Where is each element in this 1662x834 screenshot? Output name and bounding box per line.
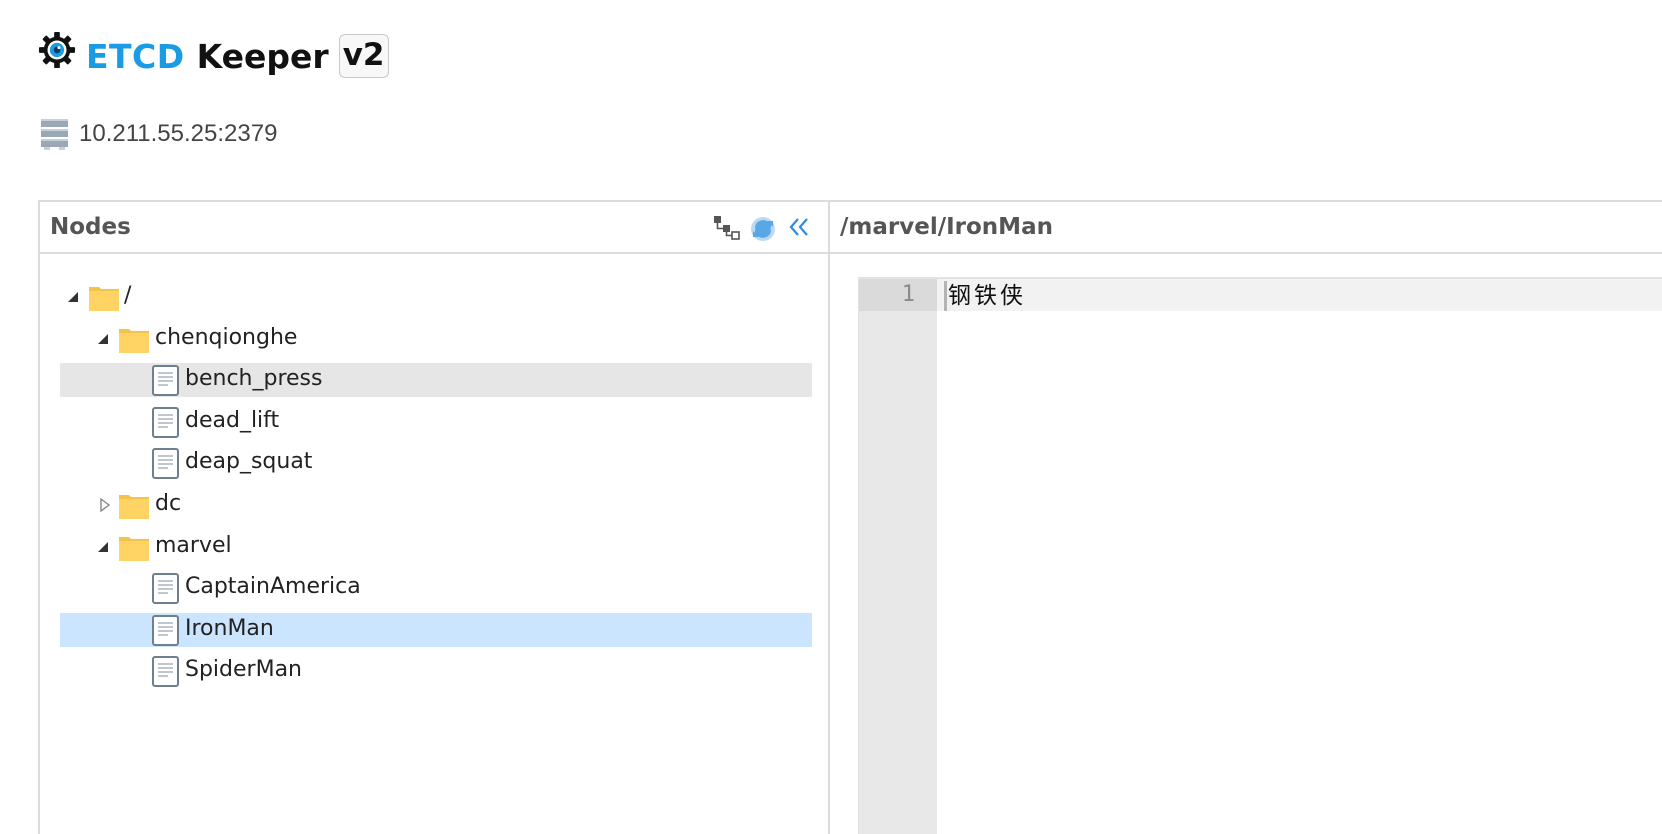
- folder-icon: [119, 494, 149, 519]
- tree-node-dc[interactable]: dc: [60, 488, 812, 522]
- tree-node-label: CaptainAmerica: [185, 574, 361, 600]
- tree-node-label: /: [124, 283, 132, 308]
- tree-node-marvel[interactable]: marvel: [60, 530, 812, 564]
- expanded-triangle-icon[interactable]: [66, 290, 80, 304]
- app-brand: ETCD Keeper v2: [38, 31, 389, 80]
- tree-node-bench-press[interactable]: bench_press: [60, 363, 812, 398]
- folder-icon: [119, 536, 149, 561]
- nodes-panel-title: Nodes: [50, 214, 131, 240]
- file-icon: [152, 365, 179, 397]
- version-badge: v2: [338, 34, 389, 78]
- tree-node-spider-man[interactable]: SpiderMan: [60, 654, 812, 688]
- tree-node-label: dead_lift: [185, 407, 280, 433]
- line-number: 1: [859, 279, 937, 311]
- nodes-panel: Nodes / chenqionghe bench_press dead_lif…: [38, 200, 830, 834]
- tree-node-label: chenqionghe: [155, 324, 298, 350]
- file-icon: [152, 406, 179, 438]
- tree-node-chenqionghe[interactable]: chenqionghe: [60, 322, 812, 356]
- tree-node-iron-man[interactable]: IronMan: [60, 612, 812, 647]
- tree-node-captain-america[interactable]: CaptainAmerica: [60, 571, 812, 605]
- brand-name-keeper: Keeper: [196, 36, 329, 76]
- tree-node-label: SpiderMan: [185, 657, 302, 683]
- tree-view-icon: [714, 216, 740, 240]
- node-tree: / chenqionghe bench_press dead_lift deap…: [60, 280, 812, 696]
- nodes-panel-header: Nodes: [40, 202, 828, 254]
- collapsed-triangle-icon[interactable]: [98, 497, 112, 512]
- file-icon: [152, 656, 179, 688]
- node-path-title: /marvel/IronMan: [840, 214, 1053, 240]
- tree-node-root[interactable]: /: [60, 280, 812, 314]
- tree-node-label: IronMan: [185, 615, 274, 641]
- editor-panel: /marvel/IronMan 1 钢铁侠: [828, 200, 1662, 834]
- tree-node-label: bench_press: [185, 366, 323, 392]
- tree-node-label: dc: [155, 490, 182, 516]
- tree-node-deap-squat[interactable]: deap_squat: [60, 446, 812, 480]
- expanded-triangle-icon[interactable]: [96, 332, 110, 346]
- expanded-triangle-icon[interactable]: [96, 540, 110, 554]
- gear-eye-icon: [38, 31, 76, 69]
- refresh-icon: [751, 217, 775, 241]
- text-cursor: [944, 281, 947, 311]
- tree-node-dead-lift[interactable]: dead_lift: [60, 405, 812, 439]
- connection-host: 10.211.55.25:2379: [41, 118, 277, 150]
- line-gutter: 1: [859, 279, 937, 834]
- code-editor[interactable]: 1 钢铁侠: [858, 277, 1662, 834]
- brand-name-etcd: ETCD: [86, 36, 185, 76]
- folder-icon: [89, 287, 119, 311]
- file-icon: [152, 614, 179, 646]
- tree-node-label: marvel: [155, 532, 232, 558]
- folder-icon: [119, 328, 149, 353]
- code-line[interactable]: 钢铁侠: [948, 281, 1026, 311]
- file-icon: [152, 573, 179, 605]
- tree-node-label: deap_squat: [185, 449, 313, 475]
- active-line: [937, 279, 1662, 311]
- server-icon: [41, 119, 68, 150]
- editor-panel-header: /marvel/IronMan: [830, 202, 1662, 254]
- file-icon: [152, 448, 179, 480]
- refresh-button[interactable]: [748, 212, 778, 244]
- collapse-panel-button[interactable]: [784, 212, 814, 244]
- tree-view-button[interactable]: [712, 212, 742, 244]
- host-address: 10.211.55.25:2379: [79, 120, 278, 147]
- collapse-panel-icon: [789, 218, 808, 236]
- nodes-toolbar: [712, 212, 814, 244]
